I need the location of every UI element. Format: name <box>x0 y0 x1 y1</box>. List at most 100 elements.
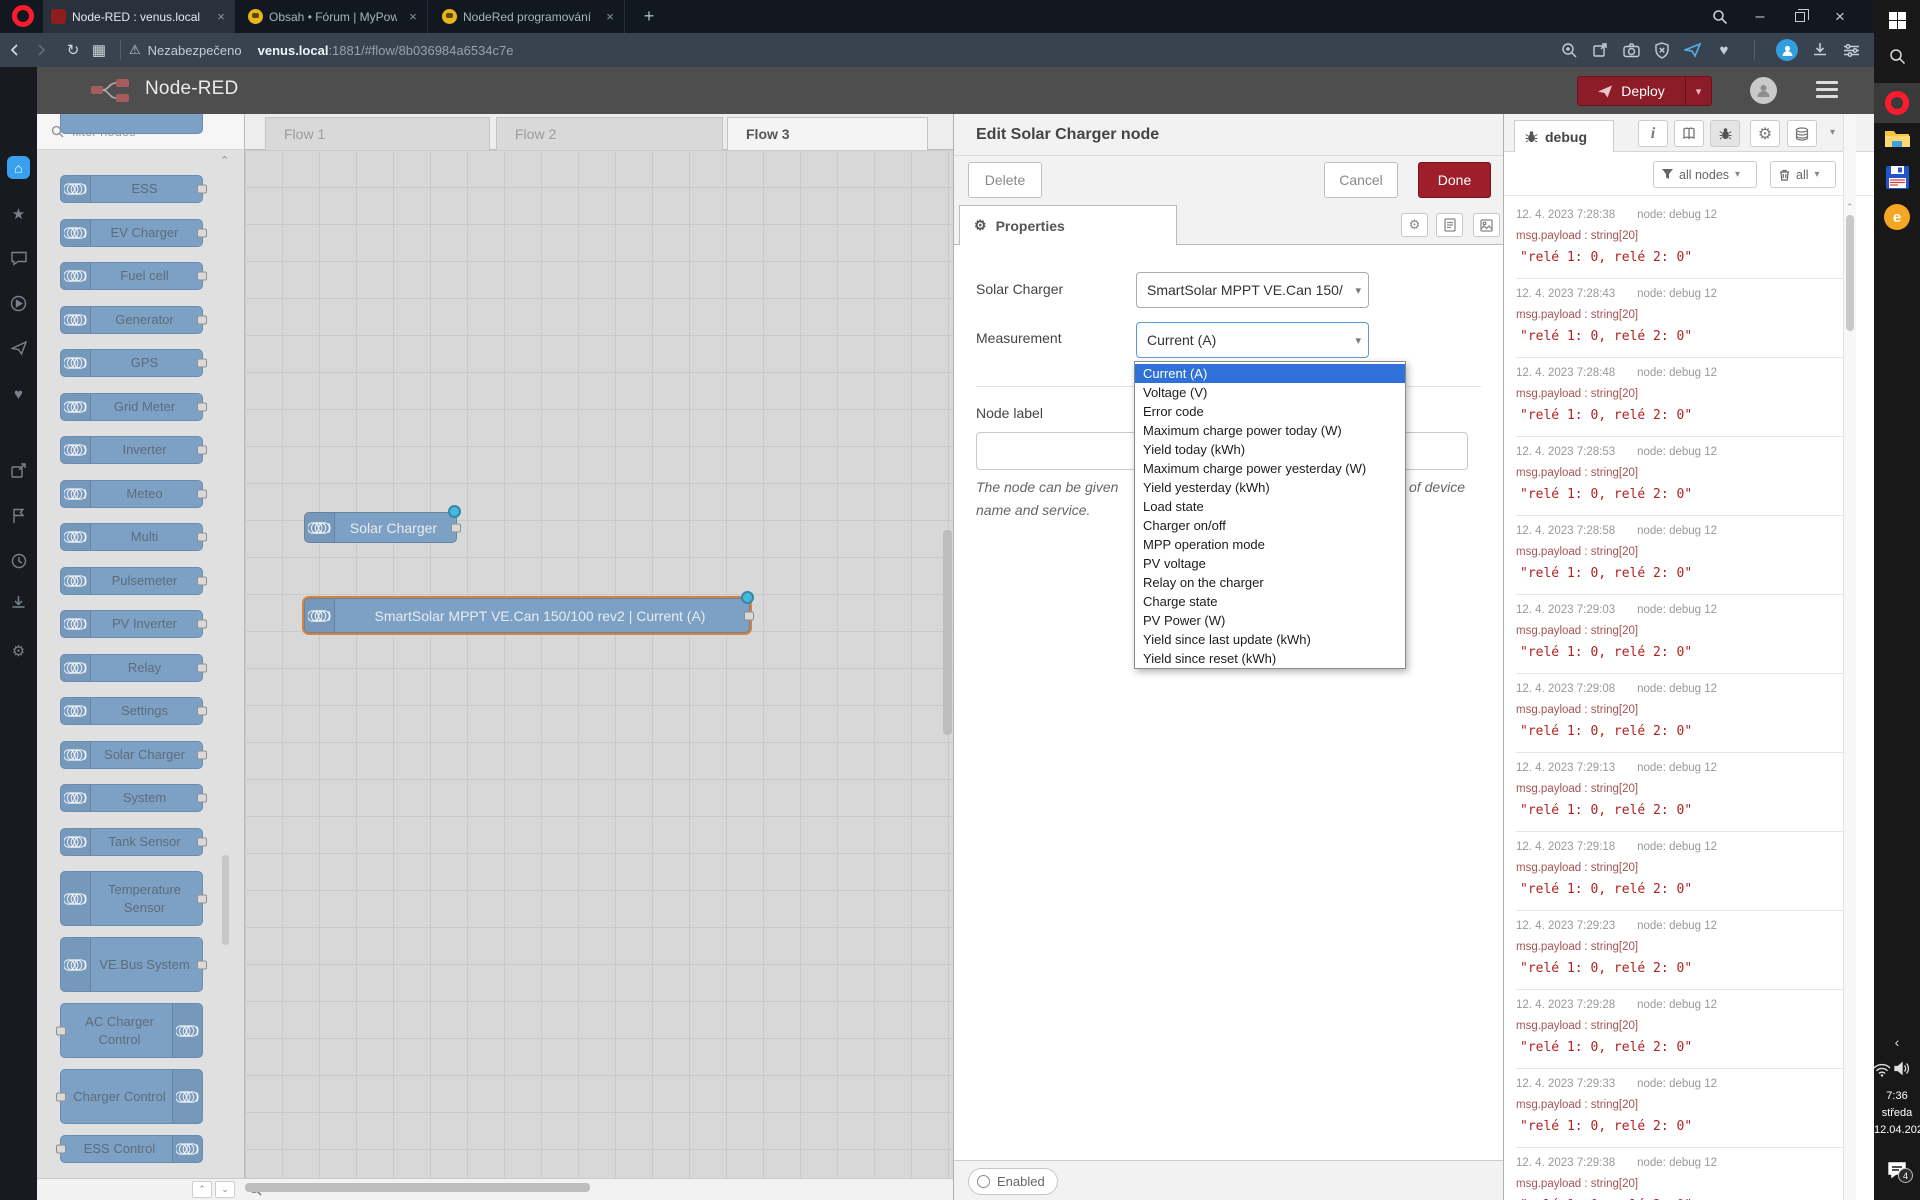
dropdown-option[interactable]: Voltage (V) <box>1135 383 1405 402</box>
delete-button[interactable]: Delete <box>968 162 1042 198</box>
messenger-chat-icon[interactable] <box>7 247 30 270</box>
tab-debug[interactable]: debug <box>1514 120 1614 152</box>
output-port[interactable] <box>197 619 207 629</box>
bookmarks-star-icon[interactable]: ★ <box>7 202 30 225</box>
node-appearance-icon[interactable] <box>1473 213 1500 237</box>
e-app-icon[interactable]: e <box>1874 203 1920 231</box>
tab-properties[interactable]: ⚙ Properties <box>959 205 1177 245</box>
solar-charger-select[interactable]: SmartSolar MPPT VE.Can 150/100 rev2 ▾ <box>1136 272 1369 308</box>
taskbar-clock[interactable]: 7:36 středa 12.04.2023 <box>1874 1088 1920 1139</box>
user-avatar[interactable] <box>1750 77 1777 104</box>
reload-icon[interactable]: ↻ <box>60 41 86 59</box>
debug-clear-button[interactable]: all ▾ <box>1770 161 1836 188</box>
flag-icon[interactable] <box>7 504 30 527</box>
debug-message[interactable]: 12. 4. 2023 7:28:58 node: debug 12 msg.pay… <box>1516 516 1843 595</box>
notification-center-icon[interactable]: 4 <box>1874 1155 1920 1185</box>
output-port[interactable] <box>197 271 207 281</box>
taskbar-search-icon[interactable] <box>1874 44 1920 68</box>
security-warning[interactable]: ⚠ Nezabezpečeno <box>129 42 242 58</box>
palette-node-meteo[interactable]: Meteo <box>60 479 207 508</box>
downloads-icon[interactable] <box>1811 41 1829 59</box>
minimize-button[interactable]: – <box>1740 0 1780 33</box>
flow-canvas[interactable]: Solar Charger SmartSolar MPPT VE.Can 150/… <box>245 150 953 1178</box>
clipped-node[interactable] <box>60 114 203 134</box>
speed-dial-icon[interactable]: ▦ <box>86 41 112 59</box>
pin-icon[interactable] <box>1591 41 1609 59</box>
sidebar-downloads-icon[interactable] <box>7 591 30 614</box>
output-port[interactable] <box>197 228 207 237</box>
dropdown-option[interactable]: Yield since reset (kWh) <box>1135 649 1405 668</box>
debug-message[interactable]: 12. 4. 2023 7:29:13 node: debug 12 msg.pay… <box>1516 753 1843 832</box>
done-button[interactable]: Done <box>1418 162 1491 198</box>
panel-options-caret[interactable]: ▾ <box>1830 127 1835 138</box>
dropdown-option[interactable]: PV Power (W) <box>1135 611 1405 630</box>
debug-message[interactable]: 12. 4. 2023 7:29:33 node: debug 12 msg.pay… <box>1516 1069 1843 1148</box>
close-button[interactable]: × <box>1820 0 1860 33</box>
adblock-shield-icon[interactable] <box>1653 41 1671 59</box>
browser-tab[interactable]: Obsah • Fórum | MyPower.C × <box>240 0 428 33</box>
tab-close-icon[interactable]: × <box>602 9 618 24</box>
output-port[interactable] <box>744 611 754 620</box>
dropdown-option[interactable]: Charger on/off <box>1135 516 1405 535</box>
debug-message[interactable]: 12. 4. 2023 7:28:38 node: debug 12 msg.pay… <box>1516 200 1843 279</box>
main-menu-icon[interactable] <box>1816 81 1838 99</box>
dropdown-option[interactable]: Load state <box>1135 497 1405 516</box>
scroll-up-arrow-icon[interactable]: ⌃ <box>1846 202 1854 213</box>
help-book-icon[interactable] <box>1674 120 1704 147</box>
canvas-node[interactable]: Solar Charger <box>304 505 461 543</box>
enabled-toggle[interactable]: Enabled <box>968 1168 1058 1195</box>
debug-scrollbar[interactable]: ⌃ <box>1843 114 1856 1200</box>
palette-node-generator[interactable]: Generator <box>60 305 207 334</box>
measurement-select[interactable]: Current (A) ▾ <box>1136 322 1369 358</box>
palette-node-settings[interactable]: Settings <box>60 697 207 725</box>
deploy-button[interactable]: Deploy ▾ <box>1577 76 1712 106</box>
output-port[interactable] <box>197 445 207 455</box>
palette-node-pulsemeter[interactable]: Pulsemeter <box>60 566 207 595</box>
palette-node-pv-inverter[interactable]: PV Inverter <box>60 610 207 638</box>
cancel-button[interactable]: Cancel <box>1324 162 1398 198</box>
browser-tab[interactable]: NodeRed programování • F × <box>434 0 625 33</box>
flow-tab-2[interactable]: Flow 2 <box>496 117 723 150</box>
output-port[interactable] <box>197 489 207 498</box>
debug-filter-button[interactable]: all nodes ▾ <box>1653 161 1757 188</box>
player-icon[interactable] <box>7 292 30 315</box>
dropdown-option[interactable]: Maximum charge power yesterday (W) <box>1135 459 1405 478</box>
debug-message[interactable]: 12. 4. 2023 7:29:08 node: debug 12 msg.pay… <box>1516 674 1843 753</box>
output-port[interactable] <box>197 750 207 759</box>
debug-messages-bug-icon[interactable] <box>1710 120 1740 147</box>
debug-message[interactable]: 12. 4. 2023 7:29:28 node: debug 12 msg.pay… <box>1516 990 1843 1069</box>
sidebar-settings-gear-icon[interactable]: ⚙ <box>7 639 30 662</box>
likes-heart-icon[interactable]: ♥ <box>7 383 30 406</box>
output-port[interactable] <box>197 706 207 716</box>
node-settings-gear-icon[interactable]: ⚙ <box>1401 213 1428 237</box>
browser-search-icon[interactable] <box>1700 0 1740 33</box>
floppy-save-app-icon[interactable] <box>1874 163 1920 191</box>
output-port[interactable] <box>451 523 461 532</box>
file-explorer-icon[interactable] <box>1874 126 1920 152</box>
output-port[interactable] <box>197 960 207 969</box>
output-port[interactable] <box>197 358 207 368</box>
favorites-heart-icon[interactable]: ♥ <box>1715 41 1733 59</box>
palette-node-ess[interactable]: ESS <box>60 175 207 203</box>
back-icon[interactable] <box>8 43 34 57</box>
palette-node-ev-charger[interactable]: EV Charger <box>60 218 207 247</box>
aria-send-icon[interactable] <box>1684 41 1702 59</box>
output-port[interactable] <box>197 576 207 585</box>
dropdown-option[interactable]: MPP operation mode <box>1135 535 1405 554</box>
node-description-icon[interactable] <box>1436 213 1463 237</box>
output-port[interactable] <box>197 315 207 324</box>
debug-message[interactable]: 12. 4. 2023 7:28:43 node: debug 12 msg.pay… <box>1516 279 1843 358</box>
palette-node-gps[interactable]: GPS <box>60 349 207 377</box>
zoom-page-icon[interactable] <box>1560 41 1578 59</box>
dropdown-option[interactable]: Yield today (kWh) <box>1135 440 1405 459</box>
volume-icon[interactable] <box>1884 1058 1920 1078</box>
browser-settings-sliders-icon[interactable] <box>1842 41 1860 59</box>
palette-node-ve-bus-system[interactable]: VE.Bus System <box>60 937 207 992</box>
canvas-vertical-scrollbar[interactable] <box>943 530 952 735</box>
palette-node-solar-charger[interactable]: Solar Charger <box>60 740 207 769</box>
dropdown-option[interactable]: Yield yesterday (kWh) <box>1135 478 1405 497</box>
flow-tab-3[interactable]: Flow 3 <box>727 117 928 150</box>
profile-avatar[interactable] <box>1776 39 1798 61</box>
debug-scrollbar-thumb[interactable] <box>1846 215 1854 331</box>
palette-collapse-up-button[interactable]: ⌃ <box>192 1181 212 1198</box>
